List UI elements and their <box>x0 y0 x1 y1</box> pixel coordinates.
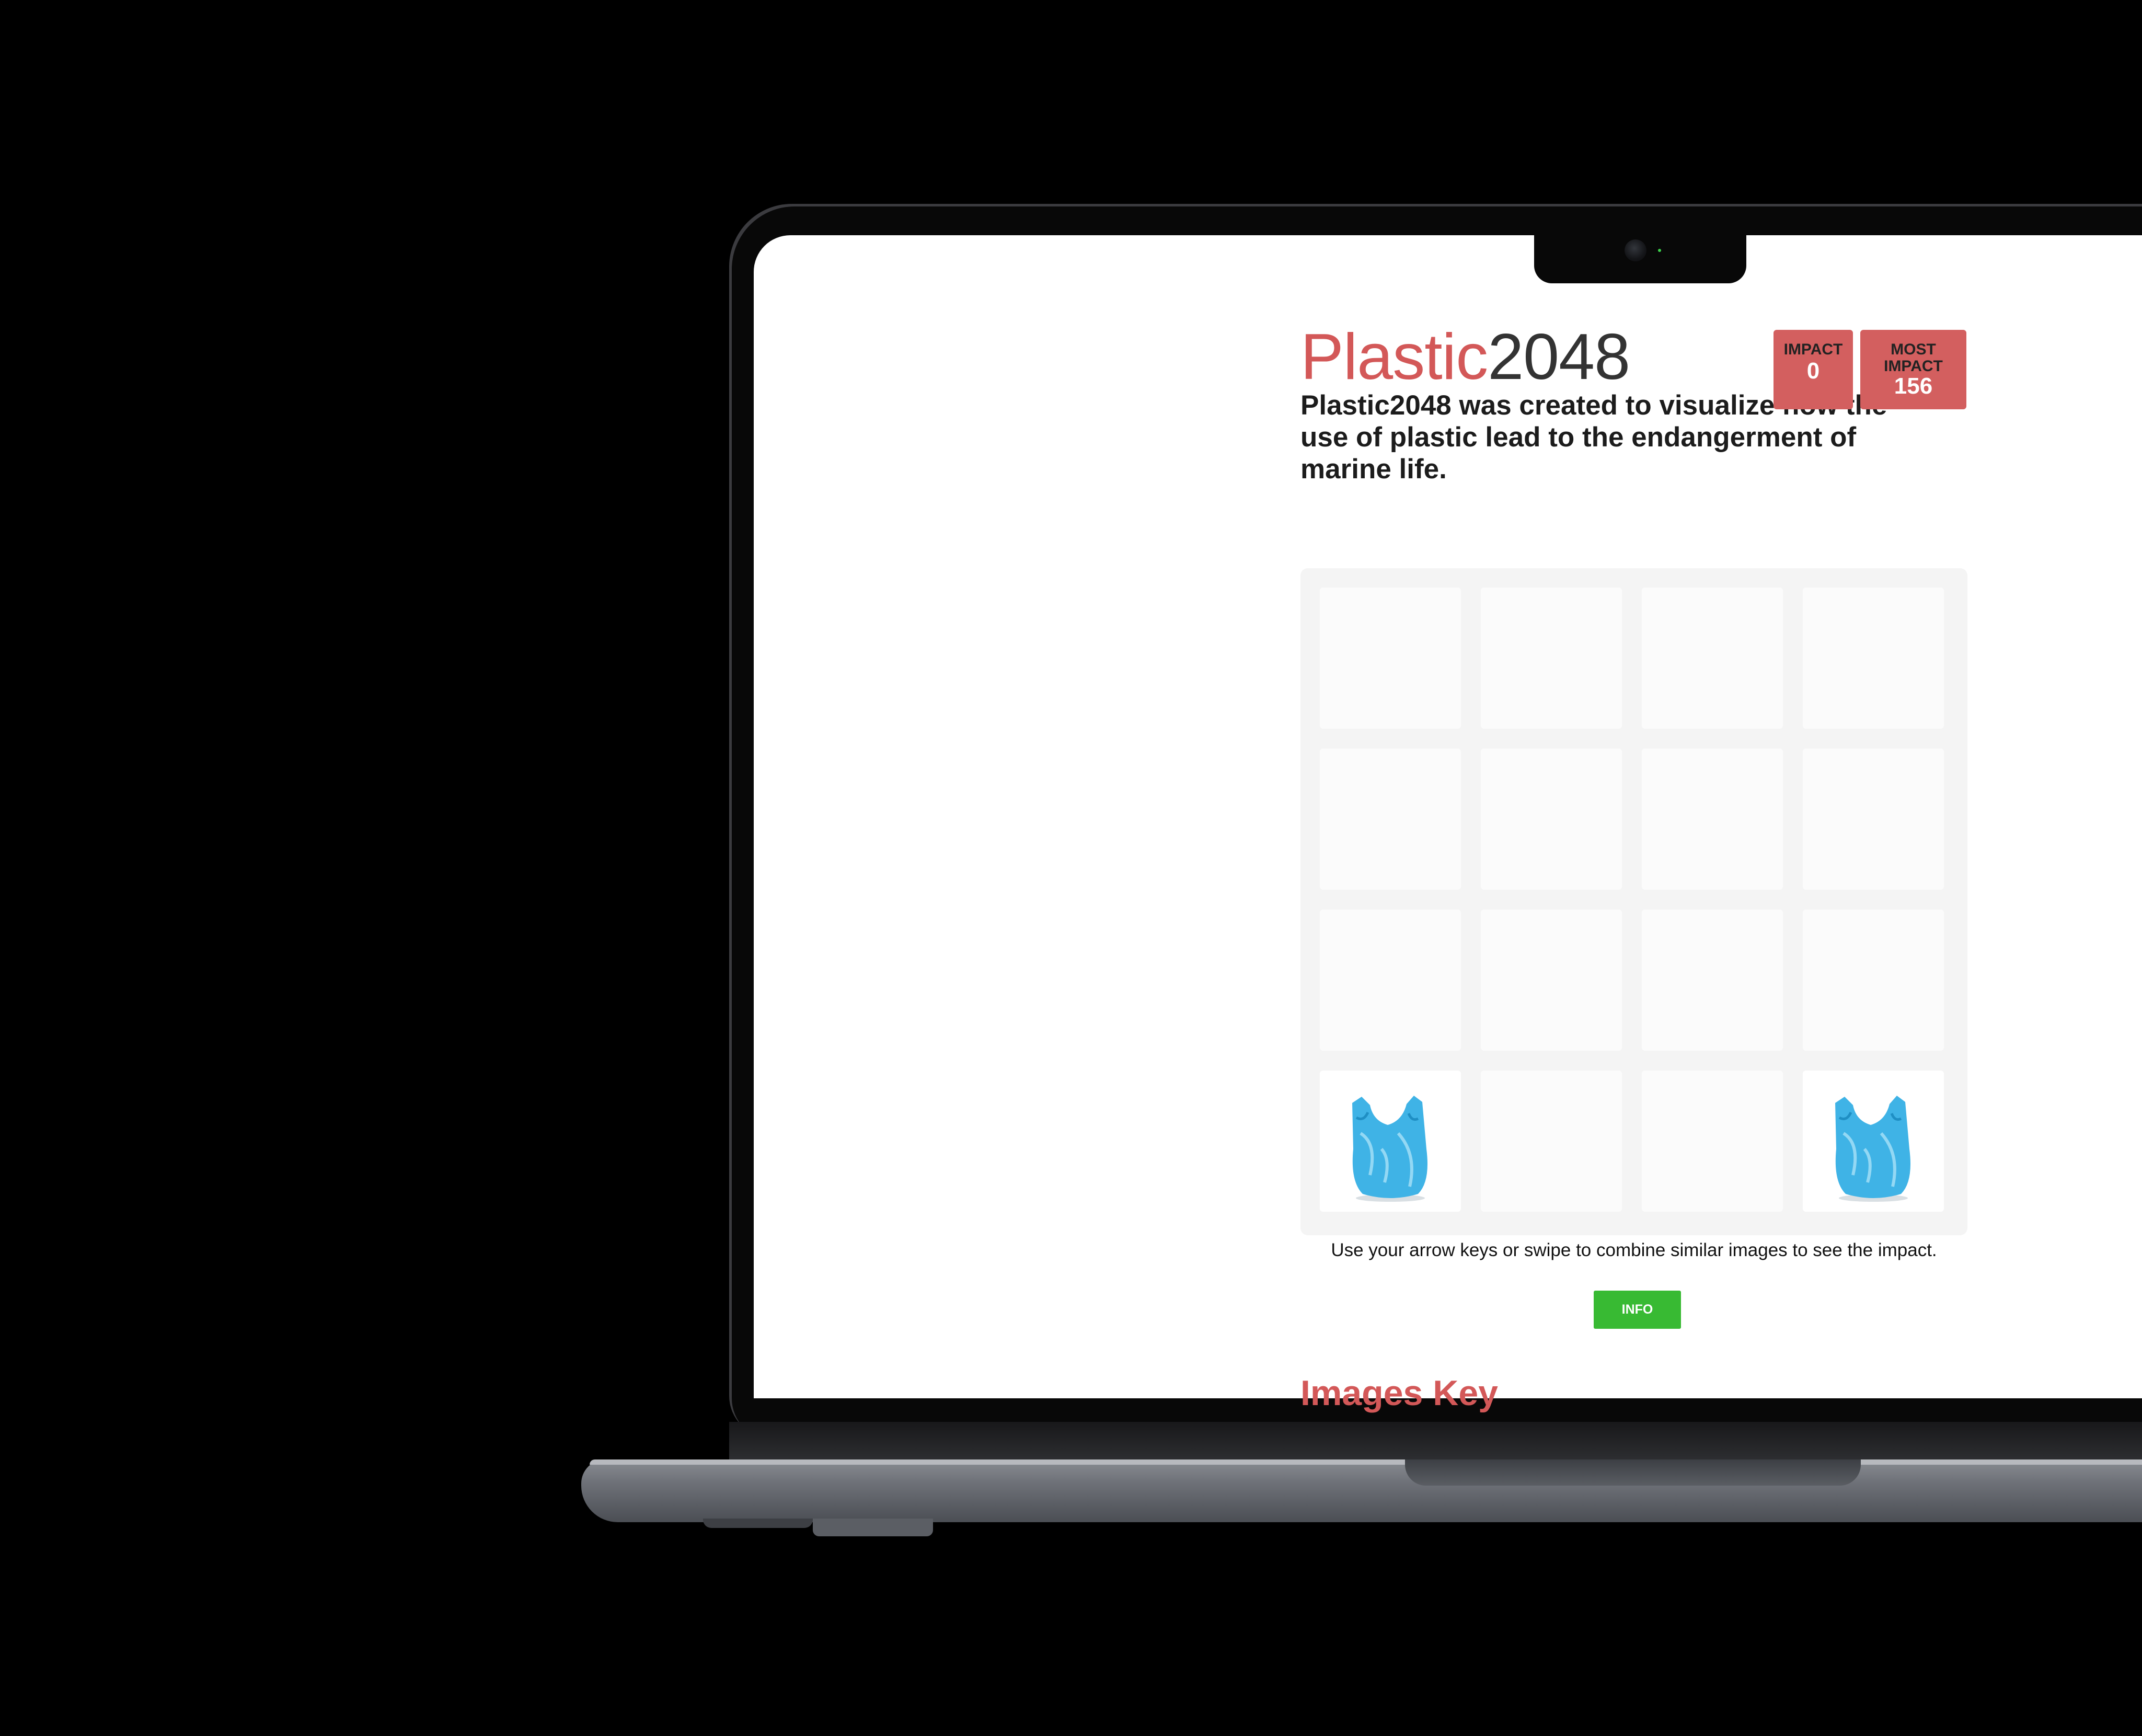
impact-score-box: IMPACT 0 <box>1774 330 1853 409</box>
grid-cell <box>1481 749 1622 890</box>
laptop-base-edge <box>590 1459 2142 1465</box>
tile-plastic-bag <box>1803 1071 1944 1212</box>
title-plastic: Plastic <box>1300 321 1488 393</box>
laptop-base <box>581 1459 2142 1522</box>
webcam-icon <box>1625 239 1646 261</box>
most-impact-label: MOST IMPACT <box>1884 341 1943 375</box>
grid-cell <box>1481 1071 1622 1212</box>
tile-plastic-bag <box>1320 1071 1461 1212</box>
laptop-opening-groove <box>1405 1459 1861 1486</box>
instructions-text: Use your arrow keys or swipe to combine … <box>1331 1240 1937 1260</box>
page-title: Plastic2048 <box>1300 318 1630 396</box>
game-board[interactable] <box>1300 568 1967 1235</box>
grid-cell <box>1481 588 1622 729</box>
info-button[interactable]: INFO <box>1594 1291 1681 1329</box>
grid-cell <box>1642 588 1783 729</box>
images-key-heading: Images Key <box>1300 1373 1498 1413</box>
grid-cell <box>1803 910 1944 1051</box>
impact-label: IMPACT <box>1783 341 1843 358</box>
impact-value: 0 <box>1806 358 1820 384</box>
grid-cell <box>1320 588 1461 729</box>
title-number: 2048 <box>1488 321 1630 393</box>
grid-cell <box>1803 749 1944 890</box>
grid-cell <box>1642 910 1783 1051</box>
grid-cell <box>1481 910 1622 1051</box>
grid-cell <box>1320 749 1461 890</box>
grid-cell <box>1803 588 1944 729</box>
plastic-bag-icon <box>1320 1071 1461 1212</box>
camera-indicator-light <box>1658 249 1661 252</box>
grid-cell <box>1320 910 1461 1051</box>
laptop-hinge <box>729 1422 2142 1461</box>
most-impact-score-box: MOST IMPACT 156 <box>1860 330 1966 409</box>
laptop-foot <box>703 1519 813 1528</box>
plastic-bag-icon <box>1803 1071 1944 1212</box>
grid-cell <box>1642 749 1783 890</box>
most-impact-value: 156 <box>1894 373 1933 399</box>
grid-cell <box>1642 1071 1783 1212</box>
laptop-foot <box>813 1519 933 1536</box>
